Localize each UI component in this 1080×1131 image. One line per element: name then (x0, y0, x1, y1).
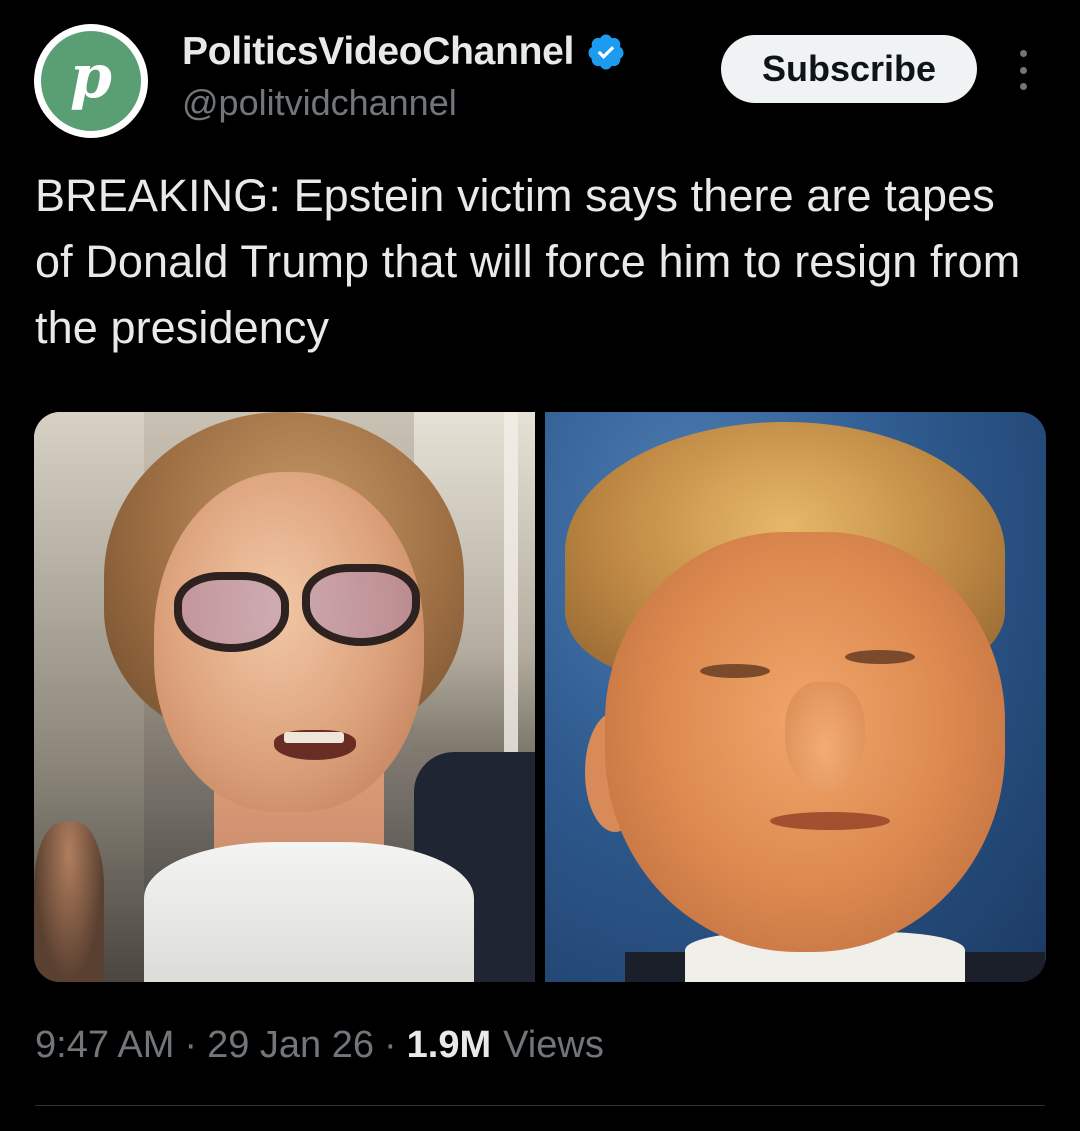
photo-shirt (144, 842, 474, 982)
more-dot (1019, 50, 1027, 57)
avatar[interactable]: p (34, 24, 148, 138)
avatar-letter: p (70, 42, 112, 112)
views-label[interactable]: Views (503, 1024, 604, 1067)
photo-eye-right (845, 650, 915, 664)
meta-separator: · (384, 1024, 397, 1066)
media-photo-woman[interactable] (34, 412, 535, 982)
photo-mouth (770, 812, 890, 830)
more-vertical-icon[interactable] (1010, 50, 1036, 90)
author-name-row: PoliticsVideoChannel (182, 30, 626, 74)
avatar-circle: p (41, 31, 141, 131)
photo-glasses-right (302, 564, 420, 646)
author-display-name[interactable]: PoliticsVideoChannel (182, 30, 574, 74)
author-handle[interactable]: @politvidchannel (182, 82, 457, 124)
more-dot (1019, 66, 1027, 74)
subscribe-button[interactable]: Subscribe (721, 35, 977, 103)
photo-glasses-left (174, 572, 289, 652)
tweet-media[interactable] (34, 412, 1046, 982)
more-dot (1019, 83, 1027, 90)
meta-separator: · (184, 1024, 198, 1066)
divider (35, 1105, 1045, 1106)
verified-badge-icon[interactable] (586, 32, 626, 72)
tweet: p PoliticsVideoChannel @politvidchannel … (0, 0, 1080, 1131)
tweet-meta: 9:47 AM · 29 Jan 26 · 1.9M Views (35, 1024, 604, 1067)
views-count[interactable]: 1.9M (407, 1024, 491, 1067)
photo-teeth (284, 732, 344, 743)
photo-background-person (34, 822, 104, 982)
media-photo-man[interactable] (545, 412, 1046, 982)
tweet-date[interactable]: 29 Jan 26 (207, 1024, 374, 1067)
photo-nose (785, 682, 865, 792)
tweet-text: BREAKING: Epstein victim says there are … (35, 170, 1021, 353)
photo-eye-left (700, 664, 770, 678)
tweet-time[interactable]: 9:47 AM (35, 1024, 174, 1067)
photo-background-column (504, 412, 518, 752)
